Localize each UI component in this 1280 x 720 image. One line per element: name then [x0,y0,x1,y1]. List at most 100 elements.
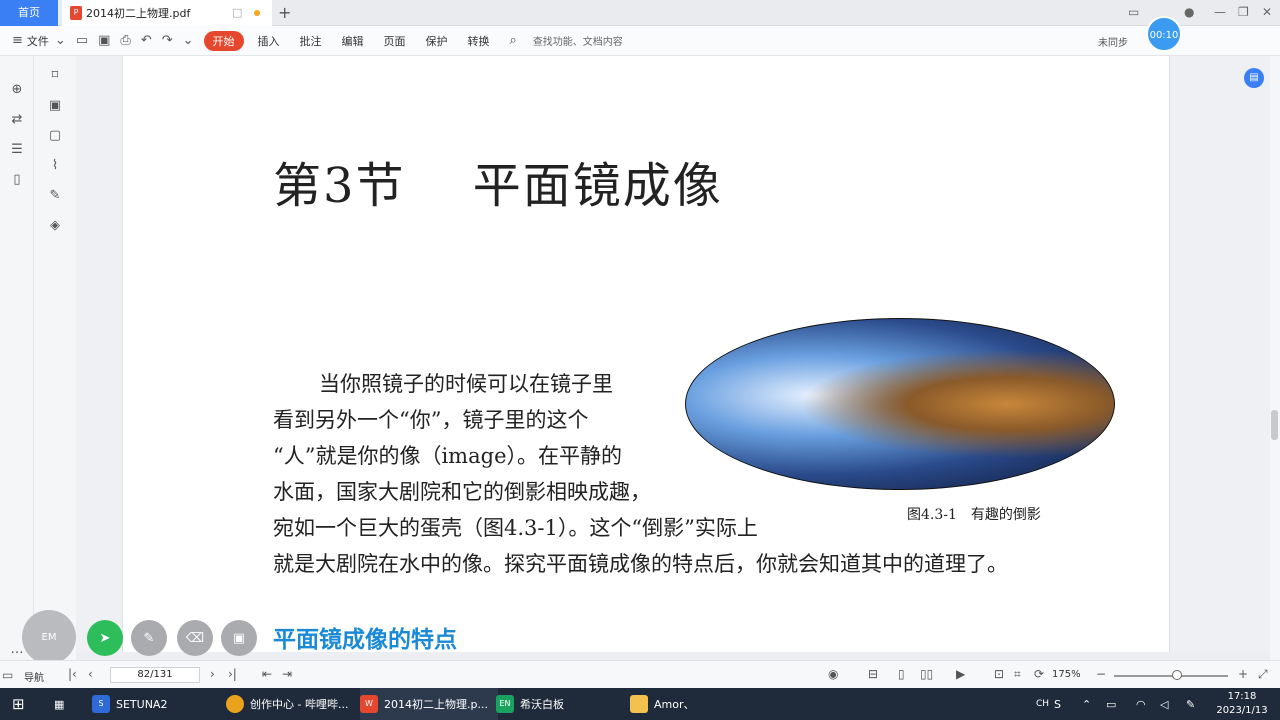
paragraph-line: 宛如一个巨大的蛋壳（图4.3-1）。这个“倒影”实际上 [273,516,758,540]
zoom-in-icon[interactable]: + [1238,667,1248,681]
nav-label[interactable]: 导航 [24,669,44,684]
pen-tray-icon[interactable]: ✎ [1186,688,1195,720]
taskbar-item-browser[interactable]: 创作中心 - 哔哩哔... [226,688,348,720]
fullscreen-icon[interactable]: ⤢ [1258,667,1268,682]
input-language[interactable]: CH [1036,688,1049,720]
battery-icon[interactable]: ▭ [1106,688,1116,720]
whiteboard-app-button[interactable]: EM [22,610,76,664]
play-icon[interactable]: ▶ [956,667,965,681]
first-page-icon[interactable]: |‹ [68,667,77,681]
rotate-icon[interactable]: ⟳ [1034,667,1044,681]
wps-icon: W [360,695,378,713]
taskbar-label: 创作中心 - 哔哩哔... [250,698,349,711]
pdf-page[interactable]: 第3节 平面镜成像 当你照镜子的时候可以在镜子里 看到另外一个“你”，镜子里的这… [122,56,1170,660]
save-icon[interactable]: ▣ [98,33,110,48]
double-page-icon[interactable]: ▯▯ [920,667,933,681]
chapter-title: 第3节 平面镜成像 [273,158,723,214]
menu-protect[interactable]: 保护 [426,33,448,49]
tray-expand-icon[interactable]: ⌃ [1082,688,1091,720]
redo-icon[interactable]: ↷ [162,33,173,48]
nav-panel-icon[interactable]: ▭ [2,668,13,682]
search-icon: ⌕ [509,33,517,48]
paragraph-line: 就是大剧院在水中的像。探究平面镜成像的特点后，你就会知道其中的道理了。 [273,552,1008,576]
home-tab[interactable]: 首页 [0,0,58,26]
cursor-tool-button[interactable]: ➤ [87,620,123,656]
next-page-icon[interactable]: › [210,667,215,681]
tab-pin-icon[interactable]: □ [232,6,242,19]
fit-page-icon[interactable]: ⌗ [1014,667,1021,682]
actual-size-icon[interactable]: ⊡ [994,667,1004,681]
read-mode-icon[interactable]: ▯ [7,172,27,187]
prev-page-icon[interactable]: ‹ [88,667,93,681]
national-theater-photo [685,318,1115,490]
zoom-search-icon[interactable]: ⊕ [7,82,27,97]
system-clock[interactable]: 17:18 2023/1/13 [1212,690,1272,718]
restore-button[interactable]: ❐ [1238,5,1249,19]
back-icon[interactable]: ⇤ [262,667,272,681]
minimize-button[interactable]: — [1214,5,1226,19]
vertical-scroll-thumb[interactable] [1271,410,1278,440]
zoom-slider-handle[interactable] [1172,670,1182,680]
horizontal-scrollbar[interactable] [76,652,1270,660]
file-menu[interactable]: 文件 [27,33,49,49]
eraser-tool-button[interactable]: ⌫ [177,620,213,656]
translate-icon[interactable]: ⇄ [7,112,27,127]
layers-icon[interactable]: ◈ [45,218,65,233]
last-page-icon[interactable]: ›| [228,667,237,681]
ribbon-toolbar: ≡ 文件 ⌄ ▭ ▣ ⎙ ↶ ↷ ⌄ 开始 插入 批注 编辑 页面 保护 转换 … [0,26,1280,56]
paragraph-line: 水面，国家大剧院和它的倒影相映成趣， [273,480,651,504]
menu-edit[interactable]: 编辑 [342,33,364,49]
settings-sliders-icon[interactable]: ☰ [7,142,27,157]
undo-icon[interactable]: ↶ [141,33,152,48]
zoom-out-icon[interactable]: − [1096,667,1106,681]
whiteboard-icon: EN [496,695,514,713]
search-input[interactable]: 查找功能、文档内容 [533,33,623,48]
tab-bar: 首页 P 2014初二上物理.pdf □ + ▭ ● — ❐ ✕ [0,0,1280,26]
taskbar-item-setuna[interactable]: S SETUNA2 [92,688,167,720]
status-bar: ▭ 导航 |‹ ‹ 82/131 › ›| ⇤ ⇥ ◉ ⊟ ▯ ▯▯ ▶ ⊡ ⌗… [0,660,1280,688]
layout-icon[interactable]: ▭ [1128,5,1139,19]
page-number-input[interactable]: 82/131 [110,667,200,683]
zoom-level[interactable]: 175% [1052,669,1081,680]
sogou-ime-icon[interactable]: S [1054,688,1061,720]
open-folder-icon[interactable]: ▭ [76,33,88,48]
calculator-icon[interactable]: ▦ [54,688,64,720]
zoom-slider[interactable] [1114,675,1228,677]
left-panel-rail: ⌑ ▣ ▢ ⌇ ✎ ◈ [34,56,76,660]
bookmark-icon[interactable]: ⌑ [45,68,65,83]
left-tool-rail: ⊕ ⇄ ☰ ▯ … [0,56,34,660]
attachment-icon[interactable]: ⌇ [45,158,65,173]
chevron-down-icon[interactable]: ⌄ [55,33,66,48]
signature-icon[interactable]: ✎ [45,188,65,203]
screenshot-tool-button[interactable]: ▣ [221,620,257,656]
taskbar-item-folder[interactable]: Amor、 [630,688,695,720]
volume-icon[interactable]: ◁ [1160,688,1168,720]
recording-timer[interactable]: 00:10 [1146,16,1182,52]
single-page-icon[interactable]: ▯ [898,667,905,681]
setuna-icon: S [92,695,110,713]
eye-protect-icon[interactable]: ◉ [828,667,838,681]
hamburger-icon[interactable]: ≡ [12,33,23,48]
menu-page[interactable]: 页面 [384,33,406,49]
close-button[interactable]: ✕ [1262,5,1272,19]
wifi-icon[interactable]: ◠ [1136,688,1146,720]
taskbar-item-wps[interactable]: W 2014初二上物理.p... [360,688,498,720]
menu-convert[interactable]: 转换 [468,33,490,49]
menu-annotate[interactable]: 批注 [300,33,322,49]
more-chevron-icon[interactable]: ⌄ [183,33,194,48]
forward-icon[interactable]: ⇥ [282,667,292,681]
ai-assistant-icon[interactable]: ▤ [1244,68,1264,88]
menu-insert[interactable]: 插入 [258,33,280,49]
sync-status[interactable]: 未同步 [1098,34,1128,49]
pen-tool-button[interactable]: ✎ [131,620,167,656]
fit-width-icon[interactable]: ⊟ [868,667,878,681]
taskbar-item-whiteboard[interactable]: EN 希沃白板 [496,688,564,720]
avatar[interactable]: ● [1184,5,1194,19]
print-icon[interactable]: ⎙ [120,33,130,48]
thumbnail-icon[interactable]: ▣ [45,98,65,113]
new-tab-button[interactable]: + [278,3,291,22]
windows-start-icon[interactable]: ⊞ [12,688,25,720]
menu-start[interactable]: 开始 [203,30,244,51]
comment-icon[interactable]: ▢ [45,128,65,143]
vertical-scrollbar[interactable] [1270,56,1280,660]
